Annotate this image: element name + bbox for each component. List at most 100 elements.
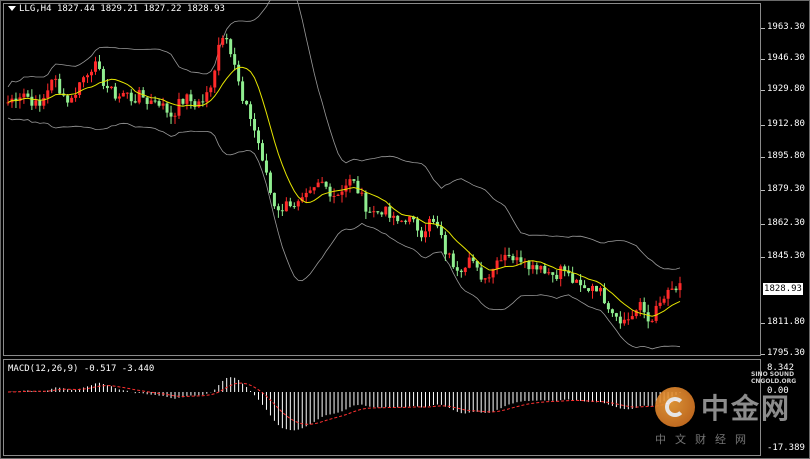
candle-body <box>46 90 50 98</box>
candle-body <box>213 70 217 88</box>
candle-body <box>105 85 109 89</box>
dropdown-triangle-icon[interactable] <box>8 6 16 11</box>
candle-body <box>587 288 591 291</box>
candle-body <box>26 93 30 97</box>
candle-body <box>666 289 670 299</box>
candle-body <box>483 278 487 280</box>
candle-body <box>598 287 602 292</box>
candle-body <box>539 265 543 270</box>
candle-body <box>507 254 511 257</box>
candle-body <box>288 201 292 207</box>
price-axis-label: 1795.30 <box>767 348 805 358</box>
candle-body <box>499 260 503 262</box>
candle-body <box>50 79 54 91</box>
candle-body <box>93 61 97 72</box>
candle-body <box>360 192 364 194</box>
candle-body <box>416 219 420 231</box>
moving-average-line <box>7 66 681 317</box>
candle-body <box>503 254 507 261</box>
candle-body <box>392 215 396 218</box>
candle-body <box>511 256 515 261</box>
candle-body <box>296 201 300 207</box>
candle-body <box>487 277 491 279</box>
candle-body <box>34 100 38 106</box>
candle-body <box>145 97 149 104</box>
candle-body <box>519 257 523 262</box>
candle-body <box>463 267 467 273</box>
candle-body <box>129 92 133 102</box>
candle-body <box>352 179 356 181</box>
candle-body <box>368 211 372 213</box>
candle-body <box>320 181 324 183</box>
candle-body <box>253 118 257 131</box>
symbol-label: LLG,H4 <box>19 4 52 14</box>
candle-body <box>400 220 404 222</box>
price-axis[interactable]: 1963.30 1946.30 1929.80 1912.80 1895.80 1879.… <box>761 3 807 358</box>
candle-body <box>459 270 463 273</box>
candle-body <box>388 206 392 218</box>
candle-body <box>189 94 193 102</box>
candle-body <box>312 187 316 191</box>
candle-body <box>535 265 539 270</box>
candle-body <box>58 78 62 94</box>
macd-header: MACD(12,26,9) -0.517 -3.440 <box>8 364 155 374</box>
candle-body <box>181 98 185 104</box>
candle-body <box>443 235 447 255</box>
candle-body <box>606 303 610 310</box>
candle-body <box>54 78 58 80</box>
bollinger-lower-line <box>7 117 681 350</box>
candle-body <box>618 316 622 324</box>
candle-body <box>591 285 595 291</box>
candle-body <box>249 104 253 119</box>
candle-body <box>121 92 125 97</box>
logo-text-cn: 中金网 <box>701 392 792 425</box>
candle-body <box>272 192 276 207</box>
candle-body <box>364 192 368 212</box>
candle-body <box>86 75 90 78</box>
candle-body <box>555 274 559 280</box>
candle-body <box>217 44 221 71</box>
candle-body <box>229 39 233 55</box>
candle-body <box>117 96 121 99</box>
candle-body <box>125 92 129 94</box>
candle-body <box>74 94 78 98</box>
candle-body <box>169 112 173 117</box>
candle-body <box>201 101 205 103</box>
logo-icon <box>655 387 695 427</box>
candle-body <box>372 211 376 213</box>
candle-body <box>316 182 320 188</box>
candle-body <box>622 319 626 324</box>
candle-body <box>551 272 555 275</box>
candle-body <box>324 181 328 187</box>
candle-body <box>626 319 630 321</box>
candle-body <box>642 302 646 313</box>
ohlc-values: 1827.44 1829.21 1827.22 1828.93 <box>56 4 225 14</box>
candle-body <box>543 265 547 274</box>
candle-body <box>241 81 245 101</box>
price-axis-label: 1912.80 <box>767 119 805 129</box>
candle-body <box>149 100 153 104</box>
candle-body <box>467 257 471 268</box>
candle-body <box>583 285 587 289</box>
candle-body <box>439 226 443 236</box>
candle-body <box>638 302 642 311</box>
candle-body <box>376 211 380 213</box>
macd-signal-line <box>7 382 681 425</box>
candle-body <box>646 312 650 322</box>
candle-body <box>70 97 74 103</box>
candle-body <box>177 98 181 116</box>
price-axis-label: 1895.80 <box>767 151 805 161</box>
candle-body <box>78 82 82 95</box>
candle-body <box>658 302 662 306</box>
price-axis-label: 1929.80 <box>767 84 805 94</box>
candle-body <box>451 253 455 268</box>
chart-header: LLG,H4 1827.44 1829.21 1827.22 1828.93 <box>8 4 225 14</box>
candle-body <box>97 61 101 69</box>
candle-body <box>141 90 145 98</box>
candle-body <box>455 267 459 271</box>
candle-body <box>38 100 42 106</box>
candle-body <box>90 71 94 76</box>
candle-body <box>670 288 674 290</box>
price-axis-label: 1811.80 <box>767 317 805 327</box>
candle-body <box>579 279 583 286</box>
